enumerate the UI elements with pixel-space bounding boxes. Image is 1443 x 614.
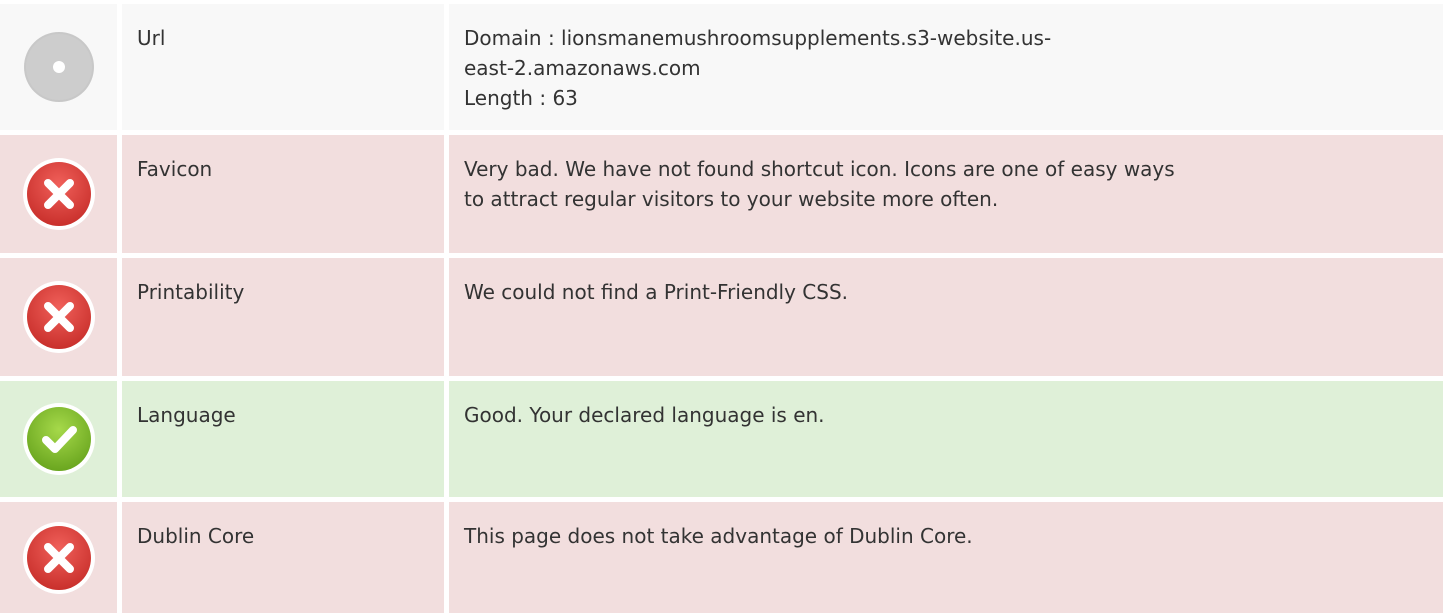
audit-row-favicon: Favicon Very bad. We have not found shor… xyxy=(0,135,1443,253)
url-domain-line-cont: east-2.amazonaws.com xyxy=(464,56,701,80)
url-length-line: Length : 63 xyxy=(464,86,578,110)
status-icon-cell xyxy=(0,381,117,497)
audit-row-language: Language Good. Your declared language is… xyxy=(0,381,1443,497)
url-domain-line: Domain : lionsmanemushroomsupplements.s3… xyxy=(464,26,1052,50)
row-value: We could not find a Print-Friendly CSS. xyxy=(449,258,1443,376)
row-value: Domain : lionsmanemushroomsupplements.s3… xyxy=(449,4,1443,130)
favicon-message-line: to attract regular visitors to your webs… xyxy=(464,187,999,211)
audit-row-url: Url Domain : lionsmanemushroomsupplement… xyxy=(0,4,1443,130)
row-label: Dublin Core xyxy=(122,502,444,613)
row-label: Printability xyxy=(122,258,444,376)
dublin-core-message-line: This page does not take advantage of Dub… xyxy=(464,524,973,548)
row-value: Very bad. We have not found shortcut ico… xyxy=(449,135,1443,253)
error-x-icon xyxy=(22,521,95,594)
language-message-line: Good. Your declared language is en. xyxy=(464,403,825,427)
status-icon-cell xyxy=(0,135,117,253)
error-x-icon xyxy=(22,281,95,353)
neutral-dot-icon xyxy=(23,32,94,102)
status-icon-cell xyxy=(0,4,117,130)
error-x-icon xyxy=(22,158,95,230)
row-label: Url xyxy=(122,4,444,130)
row-label: Favicon xyxy=(122,135,444,253)
status-icon-cell xyxy=(0,502,117,613)
status-icon-cell xyxy=(0,258,117,376)
printability-message-line: We could not find a Print-Friendly CSS. xyxy=(464,280,849,304)
audit-row-printability: Printability We could not find a Print-F… xyxy=(0,258,1443,376)
favicon-message-line: Very bad. We have not found shortcut ico… xyxy=(464,157,1175,181)
row-value: Good. Your declared language is en. xyxy=(449,381,1443,497)
seo-audit-table: Url Domain : lionsmanemushroomsupplement… xyxy=(0,4,1443,613)
audit-row-dublin-core: Dublin Core This page does not take adva… xyxy=(0,502,1443,613)
check-icon xyxy=(22,403,95,475)
row-label: Language xyxy=(122,381,444,497)
row-value: This page does not take advantage of Dub… xyxy=(449,502,1443,613)
